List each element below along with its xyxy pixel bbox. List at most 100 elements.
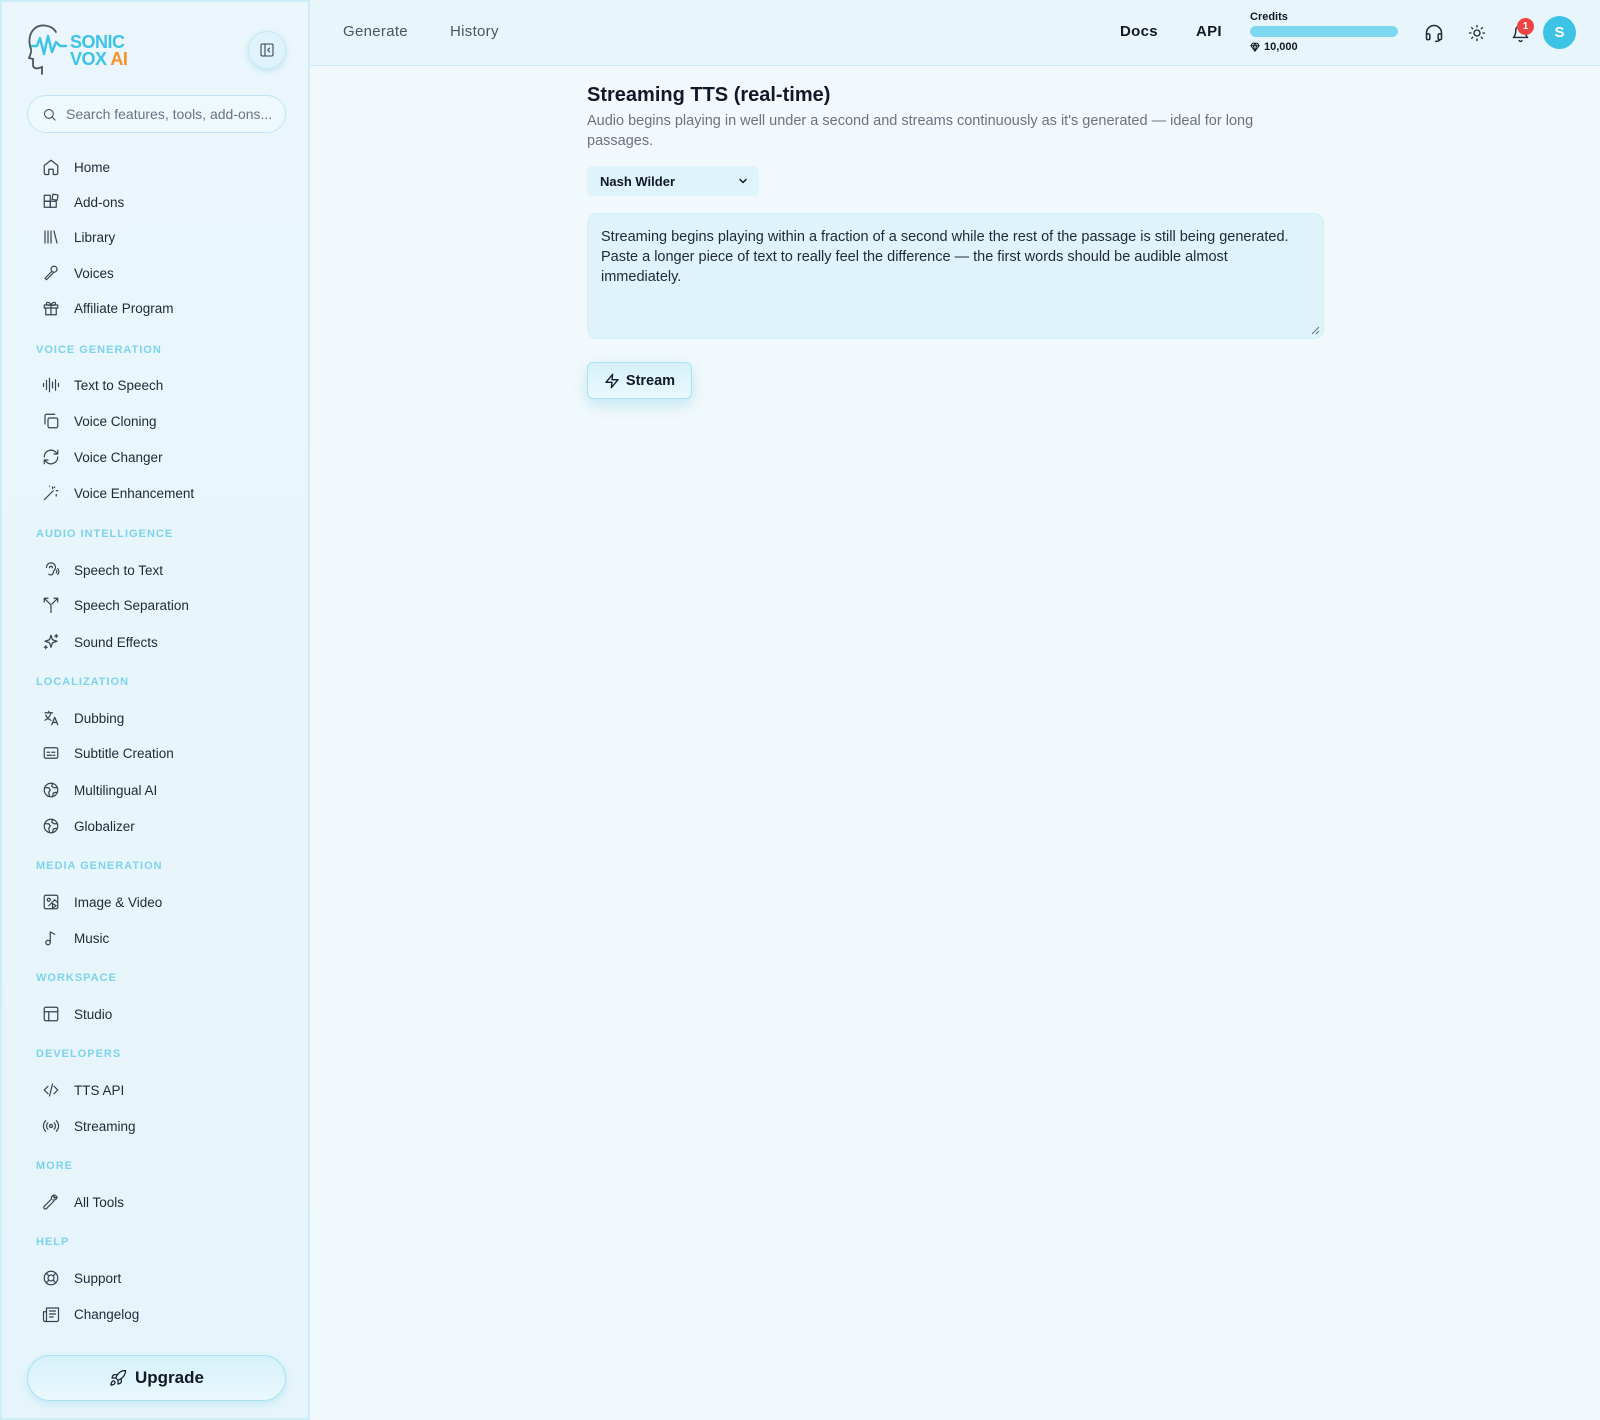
search-box[interactable] xyxy=(27,95,286,133)
notification-badge: 1 xyxy=(1517,18,1534,35)
sidebar-item-label: Voice Enhancement xyxy=(74,485,195,501)
sidebar-item-label: Speech Separation xyxy=(74,597,189,613)
panel-left-close-icon xyxy=(260,43,274,57)
section-label-developers: DEVELOPERS xyxy=(36,1048,122,1060)
sidebar-item-label: Studio xyxy=(74,1006,113,1022)
addons-icon xyxy=(40,191,62,213)
credits-progress-bar xyxy=(1250,26,1398,37)
wand-icon xyxy=(40,482,62,504)
layout-icon xyxy=(40,1003,62,1025)
sidebar-item-label: Image & Video xyxy=(74,894,163,910)
sonicvox-logo[interactable]: SONIC VOX AI xyxy=(26,22,136,76)
sidebar-item-subtitle-creation[interactable]: Subtitle Creation xyxy=(34,738,284,768)
sidebar-item-voice-changer[interactable]: Voice Changer xyxy=(34,442,284,472)
search-input[interactable] xyxy=(66,106,276,122)
upgrade-label: Upgrade xyxy=(135,1368,204,1387)
sidebar-item-dubbing[interactable]: Dubbing xyxy=(34,703,284,733)
text-input-area[interactable]: Streaming begins playing within a fracti… xyxy=(587,213,1324,339)
logo-line-2: VOX xyxy=(70,49,107,69)
image-play-icon xyxy=(40,891,62,913)
sidebar-item-voices[interactable]: Voices xyxy=(34,258,284,288)
sidebar-item-image-video[interactable]: Image & Video xyxy=(34,887,284,917)
section-label-more: MORE xyxy=(36,1160,73,1172)
section-label-audio-intelligence: AUDIO INTELLIGENCE xyxy=(36,528,174,540)
sidebar-item-label: Voices xyxy=(74,265,114,281)
tab-generate[interactable]: Generate xyxy=(343,23,408,40)
split-icon xyxy=(40,594,62,616)
collapse-sidebar-button[interactable] xyxy=(248,31,286,69)
head-logo-icon xyxy=(27,24,68,75)
sidebar-item-home[interactable]: Home xyxy=(34,152,284,182)
sidebar-item-label: Subtitle Creation xyxy=(74,745,174,761)
sidebar-item-label: Dubbing xyxy=(74,710,125,726)
lifebuoy-icon xyxy=(40,1267,62,1289)
sidebar-item-label: Add-ons xyxy=(74,194,125,210)
docs-link[interactable]: Docs xyxy=(1120,23,1158,40)
audio-lines-icon xyxy=(40,374,62,396)
upgrade-button[interactable]: Upgrade xyxy=(27,1355,286,1401)
sidebar-item-globalizer[interactable]: Globalizer xyxy=(34,811,284,841)
wrench-icon xyxy=(40,1191,62,1213)
page-title: Streaming TTS (real-time) xyxy=(587,84,831,106)
radio-icon xyxy=(40,1115,62,1137)
sidebar-item-label: Changelog xyxy=(74,1306,140,1322)
avatar[interactable]: S xyxy=(1543,16,1576,49)
sidebar-item-changelog[interactable]: Changelog xyxy=(34,1299,284,1329)
sidebar-item-all-tools[interactable]: All Tools xyxy=(34,1187,284,1217)
search-icon xyxy=(44,108,56,121)
voice-select[interactable]: Nash Wilder xyxy=(587,166,759,196)
sidebar-item-label: TTS API xyxy=(74,1082,125,1098)
sidebar-item-label: Text to Speech xyxy=(74,377,164,393)
credits-value: 10,000 xyxy=(1250,41,1298,53)
zap-icon xyxy=(605,373,619,388)
sidebar-item-voice-cloning[interactable]: Voice Cloning xyxy=(34,406,284,436)
sidebar-item-label: Streaming xyxy=(74,1118,136,1134)
globe-icon xyxy=(40,779,62,801)
resize-handle-icon[interactable] xyxy=(1311,326,1320,335)
voice-select-value: Nash Wilder xyxy=(600,173,676,189)
section-label-media-generation: MEDIA GENERATION xyxy=(36,860,163,872)
sidebar-item-streaming[interactable]: Streaming xyxy=(34,1111,284,1141)
stream-button[interactable]: Stream xyxy=(587,362,692,399)
sidebar-item-voice-enhancement[interactable]: Voice Enhancement xyxy=(34,478,284,508)
sidebar-item-studio[interactable]: Studio xyxy=(34,999,284,1029)
sidebar-item-label: Globalizer xyxy=(74,818,135,834)
sidebar-item-label: Multilingual AI xyxy=(74,782,158,798)
headset-icon xyxy=(1425,24,1443,43)
sidebar-item-label: Music xyxy=(74,930,110,946)
support-headset-button[interactable] xyxy=(1421,20,1447,46)
music-icon xyxy=(40,927,62,949)
tab-history[interactable]: History xyxy=(450,23,499,40)
sidebar-item-affiliate-program[interactable]: Affiliate Program xyxy=(34,293,284,323)
section-label-workspace: WORKSPACE xyxy=(36,972,117,984)
newspaper-icon xyxy=(40,1303,62,1325)
sidebar-item-speech-to-text[interactable]: Speech to Text xyxy=(34,555,284,585)
rocket-icon xyxy=(110,1369,127,1386)
credits-progress-fill xyxy=(1250,26,1398,37)
sparkles-icon xyxy=(40,631,62,653)
text-input-value: Streaming begins playing within a fracti… xyxy=(601,229,1289,285)
sidebar-item-speech-separation[interactable]: Speech Separation xyxy=(34,590,284,620)
sidebar-item-label: Support xyxy=(74,1270,122,1286)
sidebar-item-sound-effects[interactable]: Sound Effects xyxy=(34,627,284,657)
home-icon xyxy=(40,156,62,178)
library-icon xyxy=(40,226,62,248)
sidebar-item-add-ons[interactable]: Add-ons xyxy=(34,187,284,217)
sidebar-item-label: Sound Effects xyxy=(74,634,158,650)
sidebar-item-music[interactable]: Music xyxy=(34,923,284,953)
top-bar: Generate History Docs API Credits 10,000… xyxy=(310,0,1600,66)
sidebar-item-library[interactable]: Library xyxy=(34,222,284,252)
refresh-icon xyxy=(40,446,62,468)
credits-label: Credits xyxy=(1250,11,1288,23)
sidebar-item-label: Voice Changer xyxy=(74,449,163,465)
api-link[interactable]: API xyxy=(1196,23,1222,40)
sidebar-item-multilingual-ai[interactable]: Multilingual AI xyxy=(34,775,284,805)
sidebar-item-support[interactable]: Support xyxy=(34,1263,284,1293)
captions-icon xyxy=(40,742,62,764)
sidebar-item-text-to-speech[interactable]: Text to Speech xyxy=(34,370,284,400)
theme-toggle-button[interactable] xyxy=(1464,20,1490,46)
sidebar-item-label: Library xyxy=(74,229,116,245)
logo-wordmark: SONIC VOX AI xyxy=(70,33,128,69)
sidebar: SONIC VOX AI Home Add-ons Library Voi xyxy=(0,0,310,1420)
sidebar-item-tts-api[interactable]: TTS API xyxy=(34,1075,284,1105)
